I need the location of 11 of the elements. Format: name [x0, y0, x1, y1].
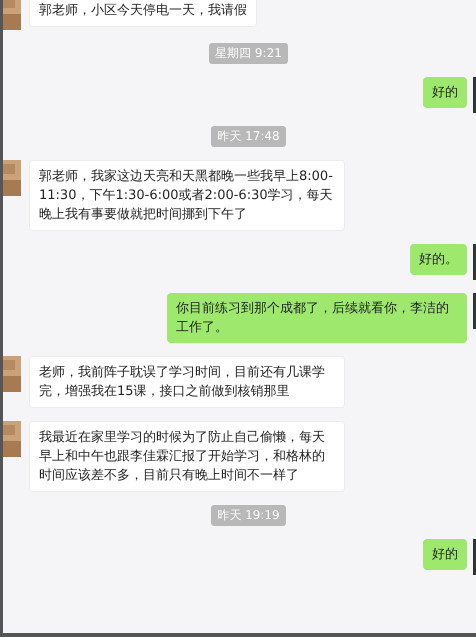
message-bubble: 郭老师，我家这边天亮和天黑都晚一些我早上8:00-11:30，下午1:30-6:00或者2:00-6:30学习，每天晚上我有事要做就把时间挪到下午了	[29, 160, 345, 231]
message-bubble: 郭老师，小区今天停电一天，我请假	[29, 0, 257, 27]
timestamp: 昨天 19:19	[211, 505, 286, 526]
message-bubble: 好的	[423, 539, 467, 570]
message-bubble: 老师，我前阵子耽误了学习时间，目前还有几课学完，增强我在15课，接口之前做到核销那里	[29, 356, 345, 408]
message-bubble: 我最近在家里学习的时候为了防止自己偷懒，每天早上和中午也跟李佳霖汇报了开始学习，和格林的时间应该差不多，目前只有晚上时间不一样了	[29, 421, 345, 492]
timestamp: 昨天 17:48	[211, 126, 286, 147]
message-bubble: 好的	[423, 77, 467, 108]
message-bubble: 你目前练习到那个成都了，后续就看你，李洁的工作了。	[167, 293, 467, 343]
timestamp: 星期四 9:21	[209, 43, 288, 64]
message-bubble: 好的。	[410, 244, 467, 275]
